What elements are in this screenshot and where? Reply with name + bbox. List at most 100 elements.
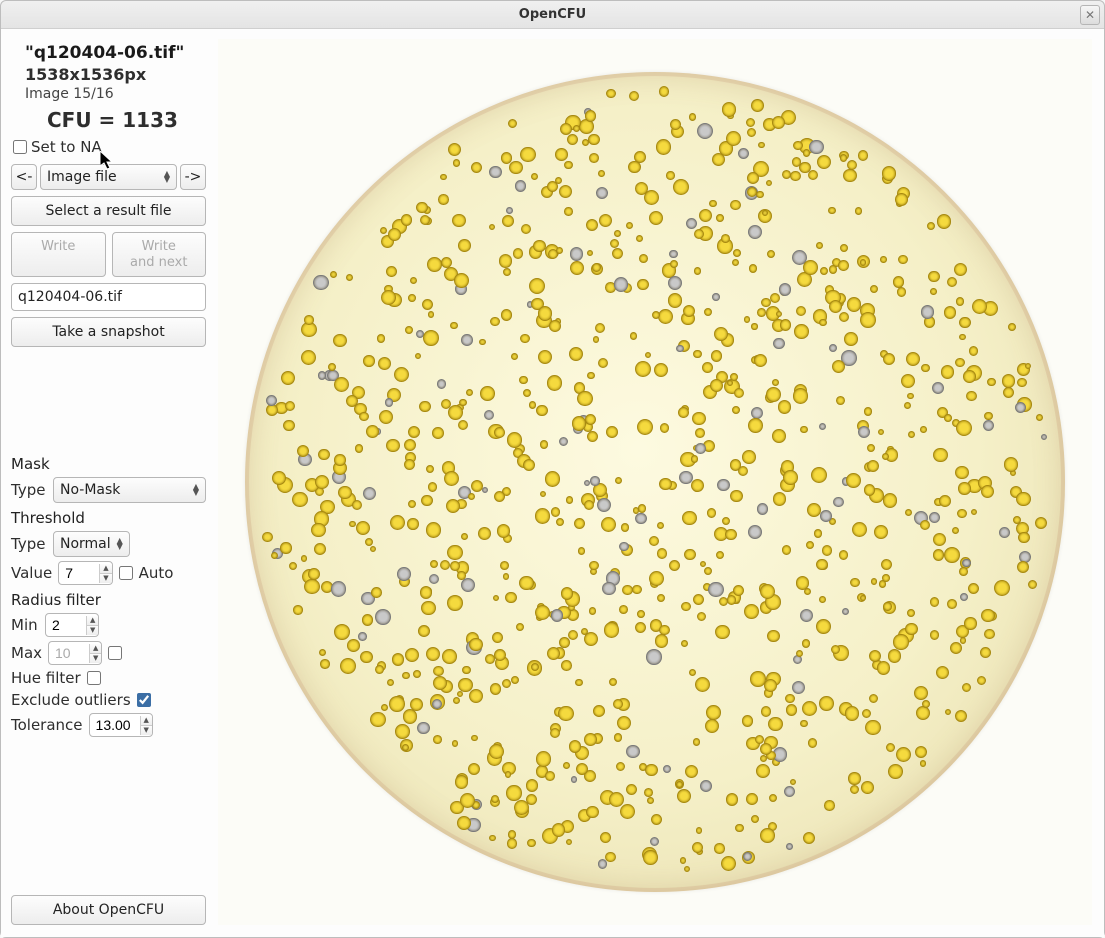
colony-unselected (614, 277, 629, 292)
colony-selected (968, 583, 979, 594)
colony-selected (547, 375, 563, 391)
hue-filter-checkbox[interactable] (87, 671, 101, 685)
colony-selected (271, 552, 278, 559)
colony-selected (448, 143, 461, 156)
colony-selected (381, 704, 388, 711)
colony-selected (447, 595, 463, 611)
colony-selected (619, 605, 628, 614)
mask-type-combo[interactable]: No-Mask ▲▼ (53, 477, 206, 503)
colony-selected (820, 267, 828, 275)
take-snapshot-button[interactable]: Take a snapshot (11, 317, 206, 347)
colony-unselected (331, 581, 347, 597)
colony-selected (871, 578, 878, 585)
colony-selected (816, 242, 823, 249)
close-button[interactable]: ✕ (1080, 5, 1100, 25)
colony-selected (725, 529, 736, 540)
colony-selected (790, 779, 796, 785)
colony-unselected (1015, 402, 1026, 413)
colony-selected (1018, 532, 1030, 544)
tolerance-input[interactable] (90, 714, 140, 736)
colony-selected (819, 696, 834, 711)
spinner-buttons[interactable]: ▲▼ (140, 716, 152, 735)
colony-selected (549, 320, 561, 332)
colony-selected (719, 597, 728, 606)
write-button[interactable]: Write (11, 232, 106, 277)
threshold-value-row: Value ▲▼ Auto (11, 561, 206, 585)
radius-max-enable-checkbox[interactable] (108, 646, 122, 660)
colony-selected (446, 499, 460, 513)
colony-unselected (842, 608, 849, 615)
spinner-buttons[interactable]: ▲▼ (89, 644, 101, 663)
colony-selected (867, 444, 875, 452)
colony-selected (816, 619, 831, 634)
colony-selected (606, 89, 615, 98)
colony-selected (567, 134, 578, 145)
colony-selected (780, 319, 791, 330)
colony-unselected (712, 293, 719, 300)
threshold-auto-checkbox[interactable] (119, 566, 133, 580)
colony-selected (819, 319, 826, 326)
colony-selected (844, 332, 858, 346)
colony-selected (722, 102, 737, 117)
colony-selected (864, 484, 876, 496)
colony-selected (794, 324, 809, 339)
colony-unselected (650, 837, 660, 847)
colony-selected (707, 508, 717, 518)
colony-selected (314, 543, 326, 555)
colony-unselected (375, 609, 391, 625)
colony-selected (566, 839, 572, 845)
colony-selected (696, 827, 702, 833)
colony-selected (905, 509, 912, 516)
tolerance-spinner[interactable]: ▲▼ (89, 713, 153, 737)
colony-selected (527, 839, 536, 848)
colony-selected (677, 789, 691, 803)
select-result-file-button[interactable]: Select a result file (11, 196, 206, 226)
colony-selected (405, 648, 419, 662)
write-and-next-button[interactable]: Write and next (112, 232, 207, 277)
colony-selected (882, 166, 896, 180)
colony-selected (573, 125, 581, 133)
spinner-buttons[interactable]: ▲▼ (99, 564, 111, 583)
image-canvas[interactable] (218, 39, 1092, 925)
petri-dish (245, 72, 1065, 892)
colony-selected (559, 185, 572, 198)
colony-selected (262, 532, 272, 542)
colony-selected (471, 162, 482, 173)
colony-selected (761, 298, 770, 307)
next-image-button[interactable]: -> (180, 164, 206, 190)
radius-min-input[interactable] (46, 614, 86, 636)
colony-unselected (779, 283, 791, 295)
filename-input[interactable] (11, 283, 206, 311)
exclude-outliers-checkbox[interactable] (137, 693, 151, 707)
colony-unselected (570, 247, 584, 261)
colony-selected (691, 479, 704, 492)
spinner-buttons[interactable]: ▲▼ (86, 616, 98, 635)
colony-selected (803, 832, 816, 845)
image-file-combo[interactable]: Image file ▲▼ (40, 164, 177, 190)
colony-selected (629, 91, 639, 101)
set-na-checkbox[interactable] (13, 140, 27, 154)
radius-max-spinner[interactable]: ▲▼ (48, 641, 102, 665)
colony-selected (645, 352, 651, 358)
colony-selected (478, 527, 491, 540)
prev-image-button[interactable]: <- (11, 164, 37, 190)
colony-unselected (1041, 434, 1047, 440)
colony-selected (838, 260, 849, 271)
colony-selected (304, 579, 319, 594)
threshold-type-combo[interactable]: Normal ▲▼ (53, 531, 130, 557)
colony-selected (426, 522, 442, 538)
colony-unselected (318, 371, 327, 380)
colony-selected (747, 172, 759, 184)
threshold-value-input[interactable] (59, 562, 99, 584)
threshold-value-spinner[interactable]: ▲▼ (58, 561, 112, 585)
colony-selected (807, 503, 821, 517)
colony-selected (658, 309, 673, 324)
colony-selected (716, 551, 724, 559)
colony-selected (689, 669, 696, 676)
radius-min-spinner[interactable]: ▲▼ (45, 613, 99, 637)
colony-selected (440, 174, 447, 181)
colony-selected (1028, 580, 1037, 589)
about-button[interactable]: About OpenCFU (11, 895, 206, 925)
colony-selected (598, 358, 608, 368)
colony-selected (754, 354, 767, 367)
